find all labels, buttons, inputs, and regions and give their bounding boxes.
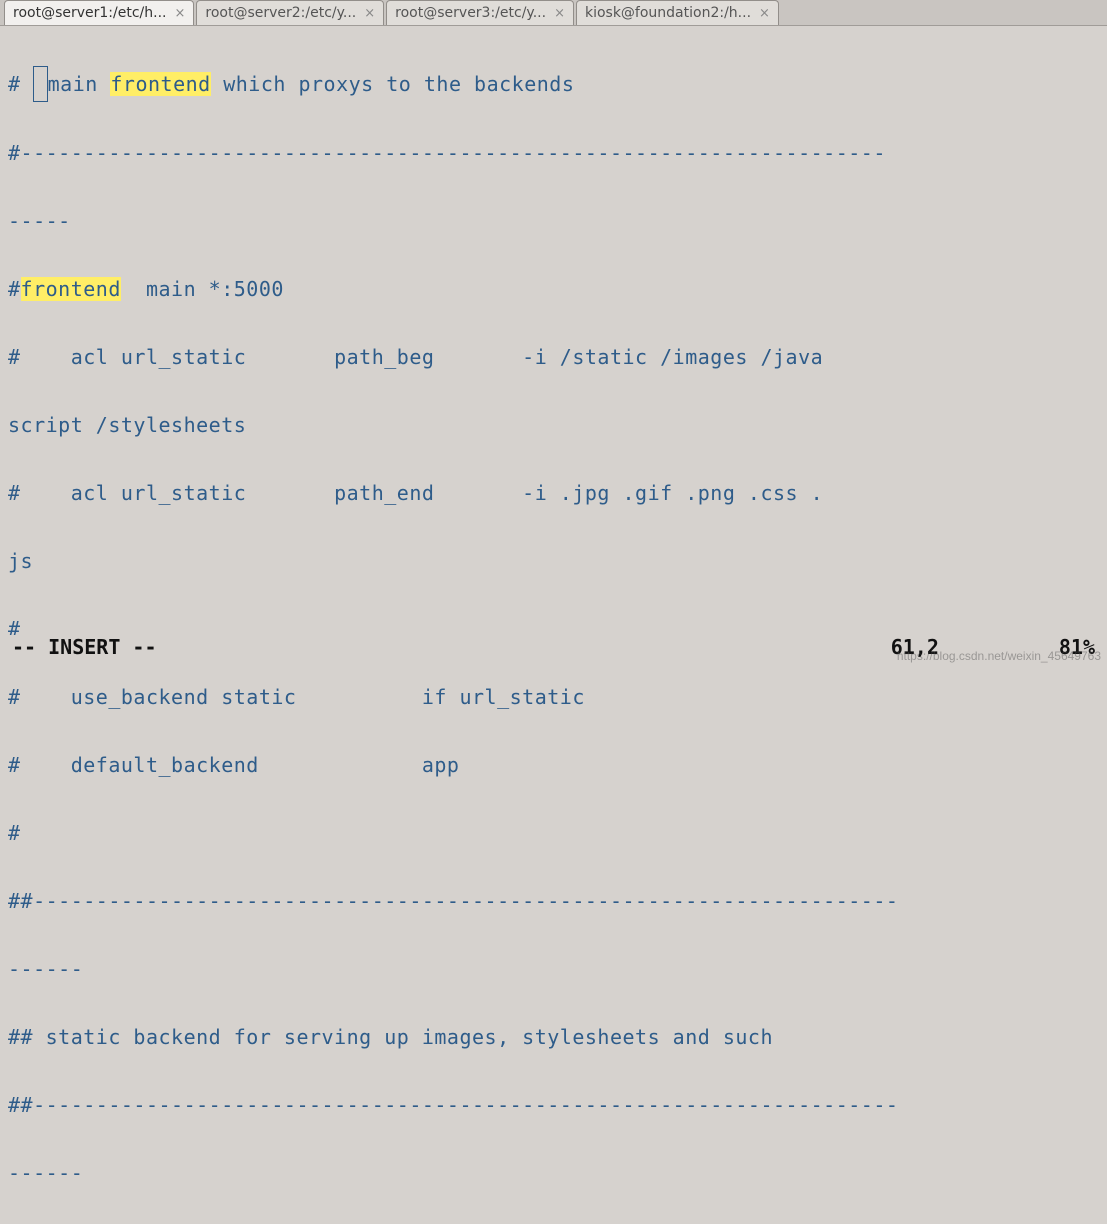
code-line: script /stylesheets <box>8 408 1099 442</box>
editor-area[interactable]: # main frontend which proxys to the back… <box>0 26 1107 1224</box>
tab-server3[interactable]: root@server3:/etc/y... × <box>386 0 574 25</box>
tab-label: root@server1:/etc/h... <box>13 5 166 21</box>
tab-label: root@server3:/etc/y... <box>395 5 546 21</box>
tab-foundation2[interactable]: kiosk@foundation2:/h... × <box>576 0 779 25</box>
code-line: # acl url_static path_beg -i /static /im… <box>8 340 1099 374</box>
code-line: # acl url_static path_end -i .jpg .gif .… <box>8 476 1099 510</box>
code-line: js <box>8 544 1099 578</box>
code-line: # <box>8 816 1099 850</box>
code-line: #frontend main *:5000 <box>8 272 1099 306</box>
close-icon[interactable]: × <box>554 6 565 21</box>
tab-label: root@server2:/etc/y... <box>205 5 356 21</box>
code-line: ##--------------------------------------… <box>8 1088 1099 1122</box>
vim-mode: -- INSERT -- <box>12 635 157 659</box>
code-line: # main frontend which proxys to the back… <box>8 66 1099 102</box>
tab-label: kiosk@foundation2:/h... <box>585 5 751 21</box>
code-line: #---------------------------------------… <box>8 136 1099 170</box>
code-line: ------ <box>8 1156 1099 1190</box>
search-highlight: frontend <box>21 277 121 301</box>
tab-server1[interactable]: root@server1:/etc/h... × <box>4 0 194 25</box>
code-line: ------ <box>8 952 1099 986</box>
search-highlight: frontend <box>110 72 210 96</box>
tab-server2[interactable]: root@server2:/etc/y... × <box>196 0 384 25</box>
close-icon[interactable]: × <box>759 6 770 21</box>
close-icon[interactable]: × <box>174 6 185 21</box>
code-line: ----- <box>8 204 1099 238</box>
code-line: ## static backend for serving up images,… <box>8 1020 1099 1054</box>
code-line: # use_backend static if url_static <box>8 680 1099 714</box>
code-line: # default_backend app <box>8 748 1099 782</box>
code-line: ##--------------------------------------… <box>8 884 1099 918</box>
close-icon[interactable]: × <box>364 6 375 21</box>
tab-bar: root@server1:/etc/h... × root@server2:/e… <box>0 0 1107 26</box>
watermark: https://blog.csdn.net/weixin_45649763 <box>897 649 1101 663</box>
cursor <box>33 66 48 102</box>
